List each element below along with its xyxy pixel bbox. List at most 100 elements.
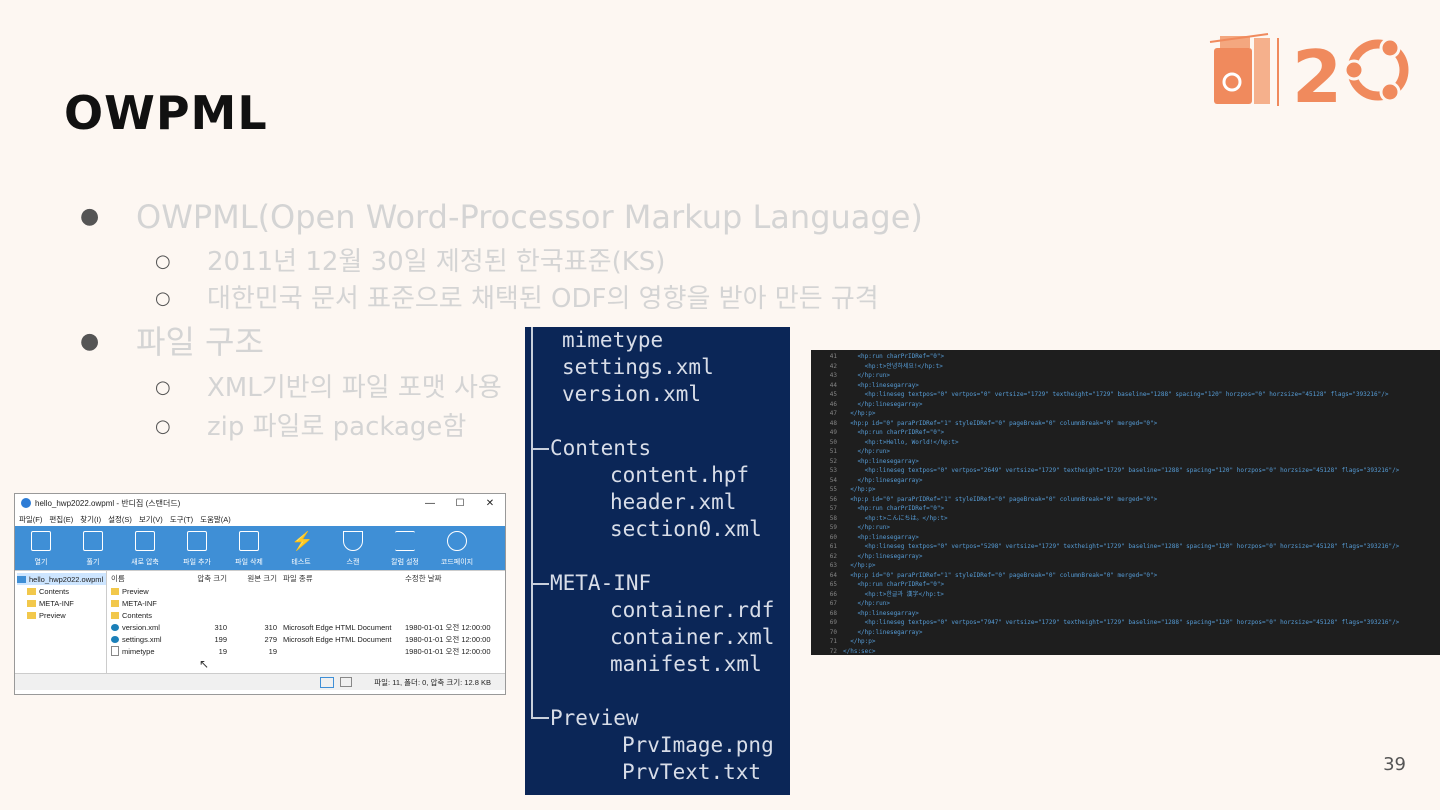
code-text: </hp:p> xyxy=(843,562,876,569)
code-line: 47 </hp:p> xyxy=(811,409,1440,418)
menubar: 파일(F) 편집(E) 찾기(I) 설정(S) 보기(V) 도구(T) 도움말(… xyxy=(15,512,505,526)
tree-branch-line xyxy=(531,448,549,450)
xml-code-panel: 41 <hp:run charPrIDRef="0"> 42 <hp:t>안녕하세… xyxy=(811,350,1440,655)
view-toggle-icon[interactable] xyxy=(320,676,335,688)
line-number: 45 xyxy=(829,391,837,398)
code-line: 56 <hp:p id="0" paraPrIDRef="1" styleIDR… xyxy=(811,495,1440,504)
line-number: 65 xyxy=(829,581,837,588)
code-text: </hp:p> xyxy=(843,410,876,417)
close-button[interactable]: ✕ xyxy=(475,498,505,509)
open-button[interactable]: 열기 xyxy=(15,526,67,570)
line-number: 50 xyxy=(829,438,837,446)
code-text: </hp:run> xyxy=(843,600,890,607)
line-number: 46 xyxy=(829,400,837,408)
column-packed-size[interactable]: 압축 크기 xyxy=(187,573,231,584)
window-title: hello_hwp2022.owpml - 반디집 (스탠더드) xyxy=(35,498,181,508)
code-text: <hp:p id="0" paraPrIDRef="1" styleIDRef=… xyxy=(843,571,1158,579)
code-text: <hp:linesegarray> xyxy=(843,457,919,465)
page-number: 39 xyxy=(1383,754,1406,775)
tree-item-contents[interactable]: Contents xyxy=(17,585,106,597)
table-row[interactable]: settings.xml 199 279 Microsoft Edge HTML D… xyxy=(107,633,505,645)
column-modified-date[interactable]: 수정한 날짜 xyxy=(405,573,505,584)
code-text: <hp:p id="0" paraPrIDRef="1" styleIDRef=… xyxy=(843,495,1158,503)
code-text: <hp:t>안녕하세요!</hp:t> xyxy=(843,362,943,370)
bandizip-app-icon xyxy=(21,498,31,508)
line-number: 60 xyxy=(829,533,837,541)
code-line: 43 </hp:run> xyxy=(811,371,1440,380)
lightning-icon: ⚡ xyxy=(291,531,314,551)
code-line: 66 <hp:t>한글과 漢字</hp:t> xyxy=(811,590,1440,599)
menu-find[interactable]: 찾기(I) xyxy=(80,514,101,525)
line-number: 66 xyxy=(829,590,837,598)
column-settings-button[interactable]: 칼럼 설정 xyxy=(379,526,431,570)
table-row[interactable]: Preview xyxy=(107,585,505,597)
tree-file: mimetype xyxy=(562,328,664,352)
folder-icon xyxy=(111,611,119,619)
scan-button[interactable]: 스캔 xyxy=(327,526,379,570)
table-row[interactable]: Contents xyxy=(107,609,505,621)
code-text: </hp:linesegarray> xyxy=(843,628,923,636)
bullet-dot: ● xyxy=(80,204,100,229)
code-line: 58 <hp:t>こんにちは。</hp:t> xyxy=(811,514,1440,523)
line-number: 64 xyxy=(829,571,837,579)
code-text: </hp:p> xyxy=(843,486,876,493)
code-text: </hp:run> xyxy=(843,372,890,379)
test-button[interactable]: ⚡ 테스트 xyxy=(275,526,327,570)
code-text: <hp:lineseg textpos="0" vertpos="7947" v… xyxy=(843,619,1400,626)
code-text: </hp:run> xyxy=(843,448,890,455)
toolbar: 열기 풀기 새로 압축 파일 추가 파일 삭제 ⚡ 테스트 스캔 칼럼 설정 코드… xyxy=(15,526,505,570)
folder-icon xyxy=(27,587,36,595)
new-archive-button[interactable]: 새로 압축 xyxy=(119,526,171,570)
file-list: 이름 압축 크기 원본 크기 파일 종류 수정한 날짜 Preview META… xyxy=(107,571,505,673)
minimize-button[interactable]: — xyxy=(415,498,445,509)
code-text: <hp:linesegarray> xyxy=(843,609,919,617)
edge-icon xyxy=(111,635,119,643)
lantern-icon xyxy=(1209,33,1270,104)
line-number: 55 xyxy=(829,486,837,493)
line-number: 56 xyxy=(829,495,837,503)
column-file-type[interactable]: 파일 종류 xyxy=(283,573,405,584)
code-line: 71 </hp:p> xyxy=(811,637,1440,646)
line-number: 61 xyxy=(829,543,837,550)
column-name[interactable]: 이름 xyxy=(107,573,187,584)
tree-item-root[interactable]: hello_hwp2022.owpml xyxy=(17,573,106,585)
extract-button[interactable]: 풀기 xyxy=(67,526,119,570)
menu-tools[interactable]: 도구(T) xyxy=(170,514,193,525)
menu-help[interactable]: 도움말(A) xyxy=(200,514,231,525)
code-line: 46 </hp:linesegarray> xyxy=(811,400,1440,409)
tree-item-preview[interactable]: Preview xyxy=(17,609,106,621)
column-original-size[interactable]: 원본 크기 xyxy=(231,573,283,584)
code-line: 57 <hp:run charPrIDRef="0"> xyxy=(811,504,1440,513)
line-number: 68 xyxy=(829,609,837,617)
code-line: 63 </hp:p> xyxy=(811,561,1440,570)
code-text: <hp:p id="0" paraPrIDRef="1" styleIDRef=… xyxy=(843,419,1158,427)
line-number: 49 xyxy=(829,429,837,436)
codepage-button[interactable]: 코드페이지 xyxy=(431,526,483,570)
tree-file: version.xml xyxy=(562,382,702,406)
code-line: 68 <hp:linesegarray> xyxy=(811,609,1440,618)
line-number: 57 xyxy=(829,505,837,512)
tree-branch-line xyxy=(531,717,549,719)
code-line: 45 <hp:lineseg textpos="0" vertpos="0" v… xyxy=(811,390,1440,399)
tree-item-meta-inf[interactable]: META-INF xyxy=(17,597,106,609)
table-row[interactable]: mimetype 19 19 1980-01-01 오전 12:00:00 xyxy=(107,645,505,657)
code-line: 53 <hp:lineseg textpos="0" vertpos="2649… xyxy=(811,466,1440,475)
code-line: 62 </hp:linesegarray> xyxy=(811,552,1440,561)
maximize-button[interactable]: ☐ xyxy=(445,498,475,509)
archive-file-icon xyxy=(17,575,26,583)
add-file-button[interactable]: 파일 추가 xyxy=(171,526,223,570)
code-text: <hp:t>한글과 漢字</hp:t> xyxy=(843,590,944,598)
code-text: </hs:sec> xyxy=(843,647,876,655)
tree-file: content.hpf xyxy=(610,463,750,487)
menu-view[interactable]: 보기(V) xyxy=(139,514,163,525)
tree-file: manifest.xml xyxy=(610,652,762,676)
table-row[interactable]: version.xml 310 310 Microsoft Edge HTML Do… xyxy=(107,621,505,633)
tree-file: container.xml xyxy=(610,625,775,649)
preview-toggle-icon[interactable] xyxy=(340,677,353,687)
menu-edit[interactable]: 편집(E) xyxy=(49,514,73,525)
line-number: 47 xyxy=(829,410,837,417)
table-row[interactable]: META-INF xyxy=(107,597,505,609)
menu-file[interactable]: 파일(F) xyxy=(19,514,42,525)
delete-file-button[interactable]: 파일 삭제 xyxy=(223,526,275,570)
menu-settings[interactable]: 설정(S) xyxy=(108,514,132,525)
